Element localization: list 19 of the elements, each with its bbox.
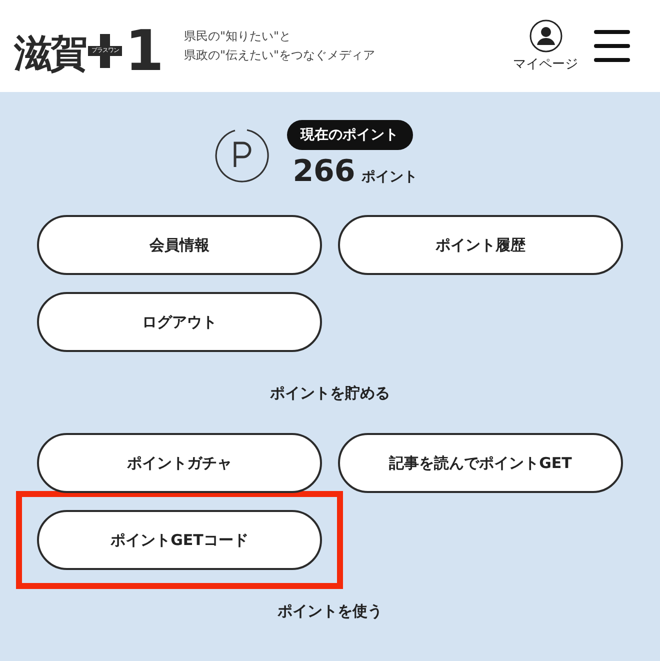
menu-button[interactable]: ポイント履歴 <box>338 215 623 275</box>
menu-button[interactable]: ログアウト <box>37 292 322 352</box>
menu-icon[interactable] <box>594 29 630 63</box>
section-title: ポイントを貯める <box>270 384 390 403</box>
points-unit: ポイント <box>361 168 418 186</box>
menu-button[interactable]: ポイントガチャ <box>37 433 322 493</box>
section-title: ポイントを使う <box>278 602 382 621</box>
logo-text: 滋賀 <box>14 34 86 72</box>
menu-button[interactable]: ポイントGETコード <box>37 510 322 570</box>
points-label: 現在のポイント <box>286 120 413 150</box>
tagline-text: 県政の"伝えたい"をつなぐメディア <box>184 47 376 64</box>
menu-button[interactable]: 会員情報 <box>37 215 322 275</box>
menu-button[interactable]: 記事を読んでポイントGET <box>338 433 623 493</box>
points-value: 266 <box>292 154 356 189</box>
point-icon <box>212 126 269 182</box>
user-icon <box>528 19 562 53</box>
tagline-text: 県民の"知りたい"と <box>184 28 292 45</box>
logo-digit: 1 <box>125 28 164 76</box>
mypage-link[interactable]: マイページ <box>513 19 578 73</box>
